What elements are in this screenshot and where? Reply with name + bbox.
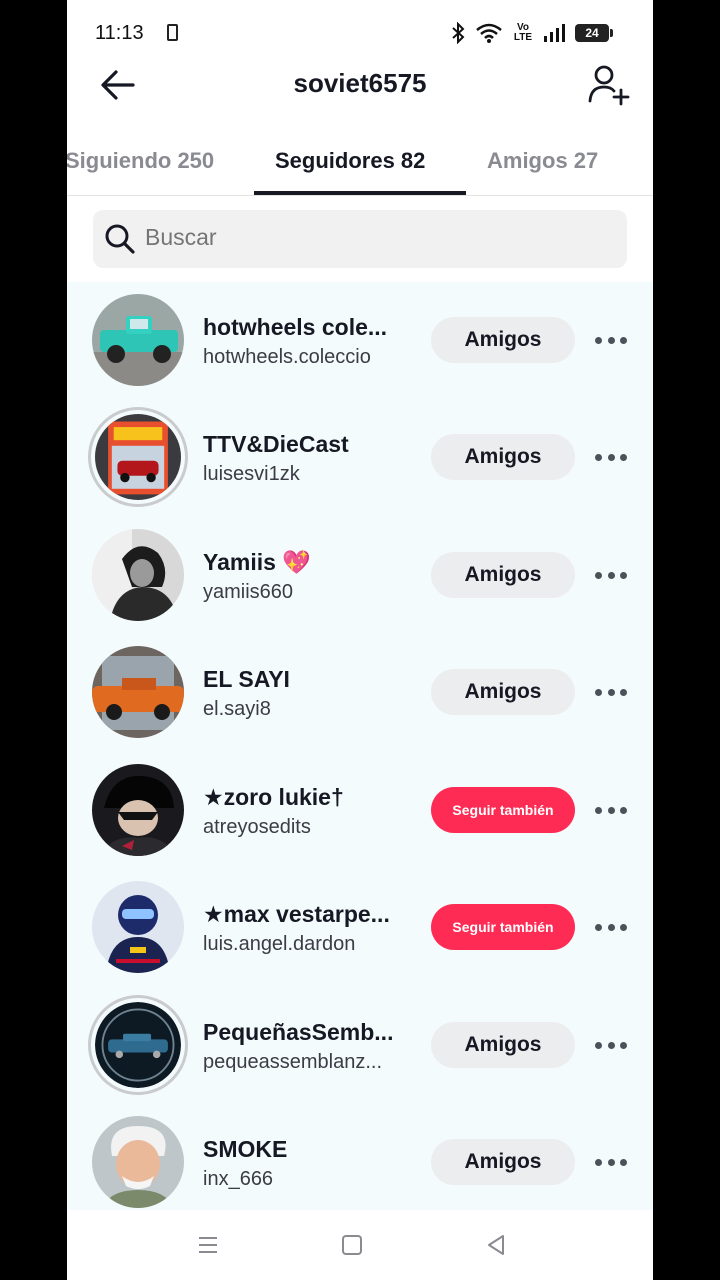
list-item[interactable]: ★zoro lukie† atreyosedits Seguir también: [67, 752, 653, 869]
friends-button[interactable]: Amigos: [431, 1139, 575, 1185]
volte-indicator: Vo LTE: [513, 22, 533, 43]
user-name: SMOKE: [203, 1136, 288, 1162]
tab-following[interactable]: Siguiendo 250: [67, 148, 214, 174]
user-handle: atreyosedits: [203, 816, 311, 838]
more-options-icon[interactable]: [591, 1034, 631, 1056]
user-name: PequeñasSemb...: [203, 1019, 394, 1045]
avatar[interactable]: [92, 646, 184, 738]
user-handle: pequeassemblanz...: [203, 1051, 383, 1073]
user-name: Yamiis 💖: [203, 549, 311, 575]
search-icon: [105, 224, 135, 254]
search-bar[interactable]: [93, 210, 627, 268]
bluetooth-icon: [452, 22, 465, 44]
wifi-icon: [476, 23, 502, 43]
active-tab-indicator: [254, 191, 466, 195]
app-screen: 11:13 Vo LTE 24 soviet6575 Siguiendo 250 …: [67, 0, 653, 1280]
more-options-icon[interactable]: [591, 329, 631, 351]
friends-button[interactable]: Amigos: [431, 669, 575, 715]
battery-icon: 24: [575, 24, 613, 42]
user-handle: el.sayi8: [203, 698, 271, 720]
page-title: soviet6575: [293, 68, 427, 98]
more-options-icon[interactable]: [591, 916, 631, 938]
tab-followers[interactable]: Seguidores 82: [275, 148, 425, 174]
user-handle: hotwheels.coleccio: [203, 346, 371, 368]
list-item[interactable]: SMOKE inx_666 Amigos: [67, 1104, 653, 1221]
signal-icon: [544, 24, 565, 42]
status-icons: Vo LTE 24: [451, 22, 613, 44]
list-item[interactable]: TTV&DieCast luisesvi1zk Amigos: [67, 399, 653, 516]
user-handle: inx_666: [203, 1168, 274, 1190]
tab-friends[interactable]: Amigos 27: [487, 148, 598, 174]
user-name: ★zoro lukie†: [203, 784, 344, 810]
user-handle: luis.angel.dardon: [203, 933, 356, 955]
status-bar: 11:13 Vo LTE 24: [67, 0, 653, 64]
avatar[interactable]: [95, 1002, 181, 1088]
avatar[interactable]: [92, 764, 184, 856]
user-handle: yamiis660: [203, 581, 294, 603]
avatar[interactable]: [92, 529, 184, 621]
list-item[interactable]: PequeñasSemb... pequeassemblanz... Amigo…: [67, 987, 653, 1104]
search-input[interactable]: [145, 224, 605, 251]
friends-button[interactable]: Amigos: [431, 1022, 575, 1068]
back-icon[interactable]: [483, 1232, 509, 1258]
avatar[interactable]: [92, 294, 184, 386]
more-options-icon[interactable]: [591, 564, 631, 586]
home-icon[interactable]: [339, 1232, 365, 1258]
more-options-icon[interactable]: [591, 799, 631, 821]
user-handle: luisesvi1zk: [203, 463, 300, 485]
friends-button[interactable]: Amigos: [431, 317, 575, 363]
list-item[interactable]: ★max vestarpe... luis.angel.dardon Segui…: [67, 869, 653, 986]
list-item[interactable]: Yamiis 💖 yamiis660 Amigos: [67, 517, 653, 634]
system-nav-bar: [67, 1210, 653, 1280]
friends-button[interactable]: Amigos: [431, 434, 575, 480]
user-name: ★max vestarpe...: [203, 901, 390, 927]
menu-icon[interactable]: [195, 1232, 221, 1258]
avatar[interactable]: [95, 414, 181, 500]
more-options-icon[interactable]: [591, 1151, 631, 1173]
more-options-icon[interactable]: [591, 446, 631, 468]
tab-bar: Siguiendo 250 Seguidores 82 Amigos 27: [67, 128, 653, 196]
follow-back-button[interactable]: Seguir también: [431, 904, 575, 950]
list-item[interactable]: hotwheels cole... hotwheels.coleccio Ami…: [67, 282, 653, 399]
add-user-icon[interactable]: [587, 62, 631, 106]
follow-back-button[interactable]: Seguir también: [431, 787, 575, 833]
more-options-icon[interactable]: [591, 681, 631, 703]
user-name: EL SAYI: [203, 666, 290, 692]
user-name: TTV&DieCast: [203, 431, 349, 457]
friends-button[interactable]: Amigos: [431, 552, 575, 598]
user-name: hotwheels cole...: [203, 314, 388, 340]
list-item[interactable]: EL SAYI el.sayi8 Amigos: [67, 634, 653, 751]
status-time: 11:13: [95, 22, 144, 44]
followers-list: hotwheels cole... hotwheels.coleccio Ami…: [67, 282, 653, 1210]
avatar[interactable]: [92, 1116, 184, 1208]
avatar[interactable]: [92, 881, 184, 973]
sim-icon: [167, 24, 178, 41]
header: soviet6575: [67, 56, 653, 112]
